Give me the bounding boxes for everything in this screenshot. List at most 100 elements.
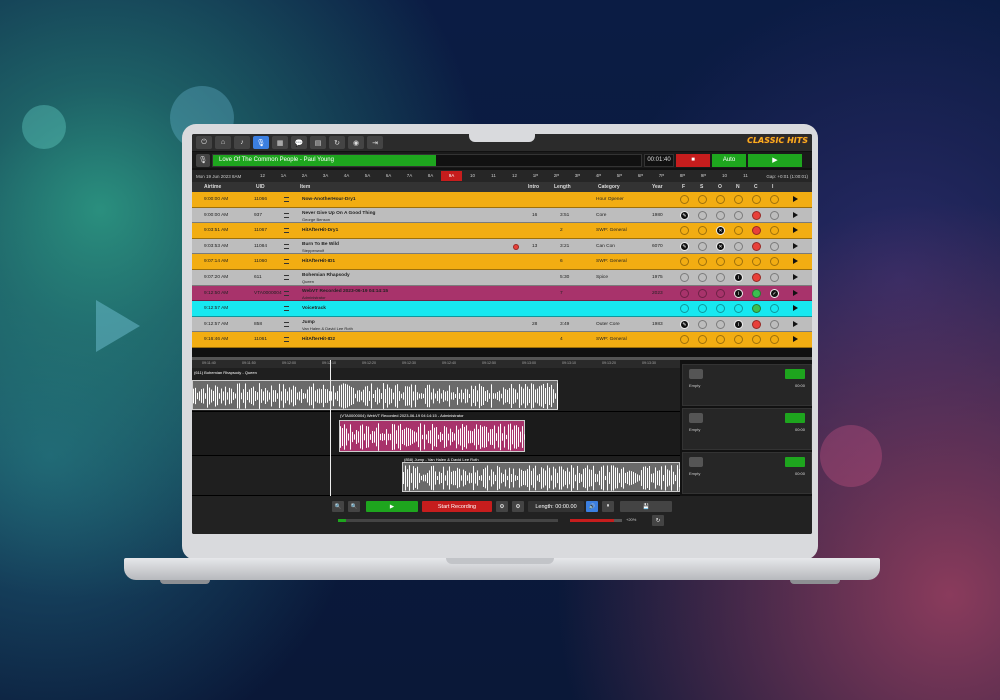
slot-play-button[interactable] (785, 413, 805, 423)
spotify-icon[interactable]: ◉ (348, 136, 364, 149)
drag-handle-icon[interactable] (284, 212, 289, 218)
col-category[interactable]: Category (598, 184, 620, 190)
mic-icon[interactable]: 🎙 (196, 153, 210, 167)
status-circle[interactable] (770, 226, 779, 236)
status-circle[interactable] (680, 335, 689, 345)
settings-icon[interactable]: ⚙ (512, 501, 524, 512)
status-circle[interactable] (770, 335, 779, 345)
hour-tab[interactable]: 4P (588, 171, 609, 181)
status-circle[interactable] (716, 195, 725, 204)
col-intro[interactable]: Intro (528, 184, 539, 190)
row-play-icon[interactable] (793, 320, 798, 327)
edit-icon[interactable]: ✎ (680, 241, 689, 251)
status-circle[interactable] (698, 210, 707, 220)
status-circle[interactable] (770, 272, 779, 282)
col-uid[interactable]: UID (256, 184, 265, 190)
info-icon[interactable]: i (734, 288, 743, 298)
cart-slot[interactable]: Empty 00:00 (682, 408, 812, 450)
status-circle[interactable] (680, 257, 689, 267)
power-icon[interactable]: ⏻ (196, 136, 212, 149)
zoom-out-icon[interactable]: 🔍 (332, 501, 344, 512)
drag-handle-icon[interactable] (284, 197, 289, 202)
refresh-icon[interactable]: ↻ (329, 136, 345, 149)
reset-icon[interactable]: ↻ (652, 515, 664, 526)
hour-tab[interactable]: 5A (357, 171, 378, 181)
hour-tab[interactable]: 6P (630, 171, 651, 181)
chat-icon[interactable]: 💬 (291, 136, 307, 149)
status-circle[interactable] (716, 304, 725, 314)
status-circle[interactable] (698, 335, 707, 345)
log-row[interactable]: 9:16:46 AM 11061 HitAfterHit-ID2 4 SWP: Gene… (192, 332, 812, 348)
col-o[interactable]: O (718, 184, 722, 190)
hour-tab[interactable]: 3A (315, 171, 336, 181)
pause-icon[interactable]: ⏸ (602, 501, 614, 512)
status-circle[interactable] (698, 272, 707, 282)
row-play-icon[interactable] (793, 196, 798, 202)
audio-clip-jump[interactable] (402, 462, 680, 492)
hour-tab[interactable]: 12 (504, 171, 525, 181)
col-n[interactable]: N (736, 184, 740, 190)
col-airtime[interactable]: Airtime (204, 184, 221, 190)
status-circle[interactable] (716, 335, 725, 345)
col-s[interactable]: S (700, 184, 703, 190)
status-circle[interactable] (698, 195, 707, 204)
speaker-icon[interactable]: 🔊 (586, 501, 598, 512)
status-circle[interactable] (716, 210, 725, 220)
log-row[interactable]: 9:12:57 AM 858 Jump Van Halen & David Lee R… (192, 316, 812, 333)
status-circle[interactable] (752, 210, 761, 220)
status-circle[interactable] (734, 195, 743, 204)
cart-slot[interactable]: Empty 00:00 (682, 364, 812, 406)
status-circle[interactable] (752, 241, 761, 251)
status-circle[interactable] (752, 195, 761, 204)
status-circle[interactable] (752, 257, 761, 267)
status-circle[interactable] (770, 241, 779, 251)
status-circle[interactable] (734, 241, 743, 251)
close-icon[interactable]: ✕ (716, 241, 725, 251)
edit-icon[interactable]: ✎ (680, 319, 689, 329)
info-icon[interactable]: i (734, 272, 743, 282)
status-circle[interactable] (698, 319, 707, 329)
row-play-icon[interactable] (793, 242, 798, 249)
status-circle[interactable] (680, 304, 689, 314)
drag-handle-icon[interactable] (284, 243, 289, 249)
hour-tab[interactable]: 3P (567, 171, 588, 181)
drag-handle-icon[interactable] (284, 259, 289, 265)
auto-button[interactable]: Auto (712, 153, 746, 167)
status-circle[interactable] (752, 272, 761, 282)
transport-play-button[interactable]: ▶ (366, 501, 418, 512)
edit-icon[interactable]: ✎ (680, 210, 689, 220)
document-icon[interactable]: ▤ (310, 136, 326, 149)
hour-tab[interactable]: 2P (546, 171, 567, 181)
grid-icon[interactable]: ▦ (272, 136, 288, 149)
hour-tab[interactable]: 5P (609, 171, 630, 181)
cart-slot[interactable]: Empty 00:00 (682, 452, 812, 494)
hour-tab[interactable]: 7P (651, 171, 672, 181)
log-row[interactable]: 9:07:20 AM 611 Bohemian Rhapsody Queen 5:30 S… (192, 269, 812, 286)
status-circle[interactable] (752, 226, 761, 236)
exit-icon[interactable]: ⇥ (367, 136, 383, 149)
log-row[interactable]: 9:03:51 AM 11067 HitAfterHit-Dry1 2 SWP: Gen… (192, 223, 812, 239)
folder-icon[interactable] (689, 457, 703, 467)
row-play-icon[interactable] (793, 227, 798, 234)
status-circle[interactable] (752, 304, 761, 314)
hour-tab[interactable]: 2A (294, 171, 315, 181)
status-circle[interactable] (716, 272, 725, 282)
status-circle[interactable] (698, 288, 707, 298)
log-row[interactable]: 9:07:14 AM 11060 HitAfterHit-ID1 6 SWP: Gene… (192, 254, 812, 270)
status-circle[interactable] (698, 257, 707, 267)
col-i[interactable]: I (772, 184, 773, 190)
slot-play-button[interactable] (785, 369, 805, 379)
slot-play-button[interactable] (785, 457, 805, 467)
hour-tab[interactable]: 8A (420, 171, 441, 181)
status-circle[interactable] (770, 210, 779, 220)
status-circle[interactable] (770, 304, 779, 314)
row-play-icon[interactable] (793, 336, 798, 343)
log-row[interactable]: 9:12:50 AM VTA0000004 WebVT Recorded 2023-… (192, 285, 812, 302)
row-play-icon[interactable] (793, 273, 798, 280)
audio-clip-voicetrack[interactable] (339, 420, 525, 452)
status-circle[interactable] (734, 335, 743, 345)
drag-handle-icon[interactable] (284, 290, 289, 296)
status-circle[interactable] (770, 195, 779, 204)
drag-handle-icon[interactable] (284, 321, 289, 327)
zoom-in-icon[interactable]: 🔍 (348, 501, 360, 512)
